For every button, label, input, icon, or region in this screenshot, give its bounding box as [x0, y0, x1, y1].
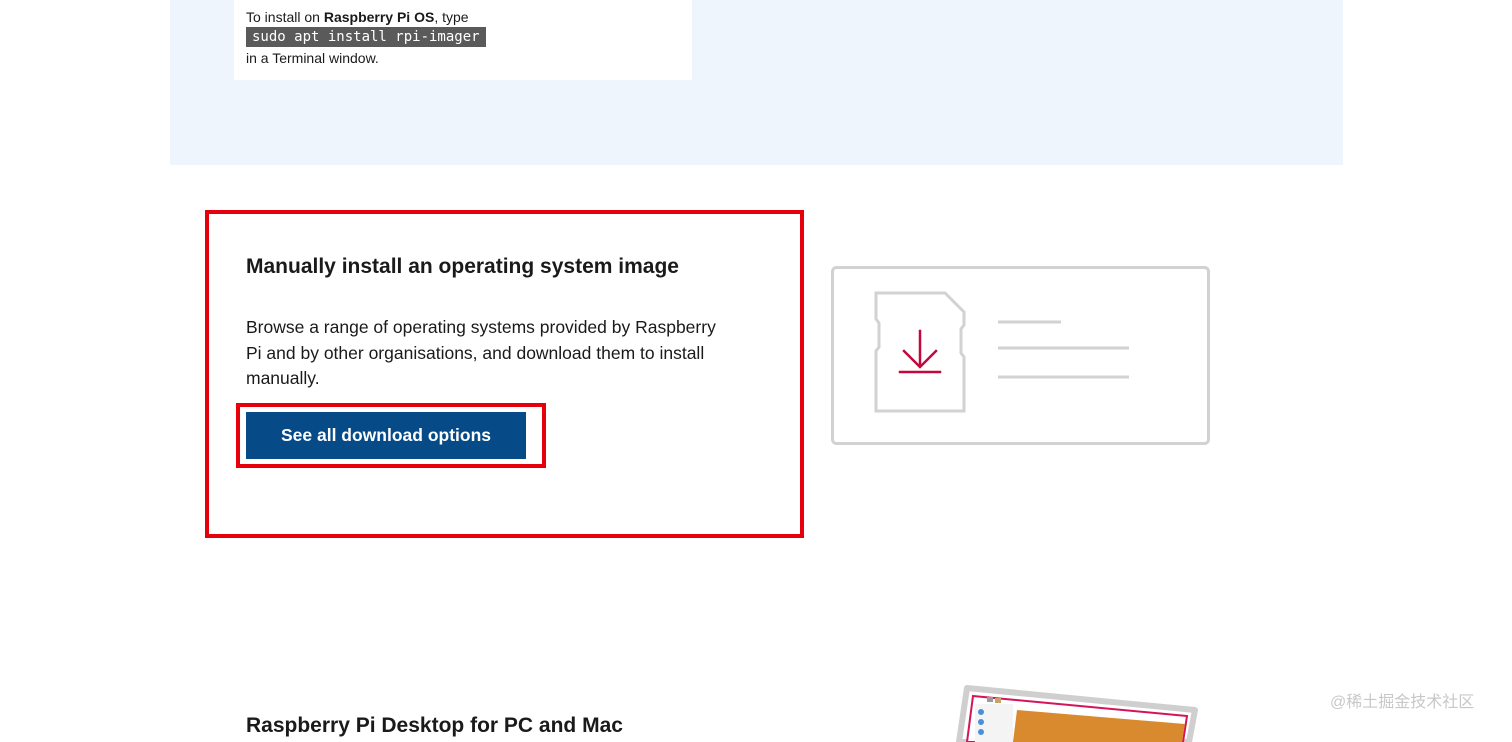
section-heading-desktop: Raspberry Pi Desktop for PC and Mac	[246, 714, 623, 737]
install-command[interactable]: sudo apt install rpi-imager	[246, 27, 486, 47]
section-description: Browse a range of operating systems prov…	[246, 317, 716, 388]
sd-card-download-illustration	[831, 266, 1210, 445]
install-instruction-end: in a Terminal window.	[246, 50, 379, 66]
os-name: Raspberry Pi OS	[323, 9, 435, 25]
install-instruction: To install on Raspberry Pi OS, type	[246, 8, 469, 26]
install-prefix: To install on	[246, 9, 324, 25]
watermark: @稀土掘金技术社区	[1330, 694, 1475, 711]
see-all-download-options-button[interactable]: See all download options	[246, 412, 526, 459]
section-heading-manual-install: Manually install an operating system ima…	[246, 255, 679, 278]
download-arrow-icon	[898, 329, 942, 374]
text-lines-icon	[998, 320, 1129, 379]
install-suffix: , type	[434, 9, 469, 25]
desktop-screenshot-illustration	[956, 685, 1198, 742]
